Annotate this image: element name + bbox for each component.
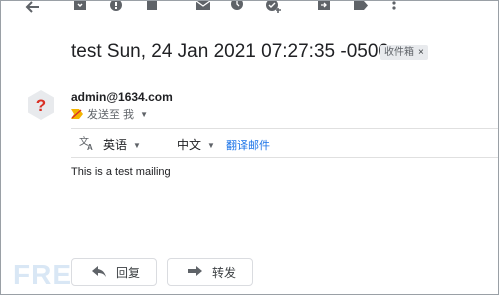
archive-icon[interactable] <box>73 1 89 13</box>
source-language-dropdown-icon: ▼ <box>133 141 141 151</box>
labels-icon[interactable] <box>353 1 369 13</box>
target-language-select[interactable]: 中文 ▼ <box>177 136 215 153</box>
delete-icon[interactable] <box>146 1 162 13</box>
recipient-details[interactable]: 发送至 我 ▼ <box>71 107 148 121</box>
inbox-label-chip: 收件箱 × <box>380 45 428 60</box>
forward-label: 转发 <box>212 265 237 280</box>
sender-email: admin@1634.com <box>71 90 173 104</box>
reply-icon <box>92 266 106 278</box>
svg-text:A: A <box>87 143 93 151</box>
translate-icon: 文 A <box>79 135 95 152</box>
svg-text:?: ? <box>36 96 46 115</box>
report-spam-icon[interactable] <box>109 1 125 13</box>
translate-message-link[interactable]: 翻译邮件 <box>226 137 270 153</box>
label-chip-text: 收件箱 <box>384 47 414 58</box>
mark-unread-icon[interactable] <box>195 1 211 13</box>
move-to-icon[interactable] <box>317 1 333 13</box>
target-language-label: 中文 <box>177 138 202 152</box>
toolbar <box>1 1 498 15</box>
recipient-text: 发送至 我 <box>87 109 135 121</box>
email-subject: test Sun, 24 Jan 2021 07:27:35 -0500 <box>71 41 389 62</box>
reply-button[interactable]: 回复 <box>71 258 157 286</box>
sender-avatar-icon: ? <box>25 89 57 121</box>
forward-button[interactable]: 转发 <box>167 258 253 286</box>
snooze-icon[interactable] <box>230 1 246 13</box>
source-language-select[interactable]: 英语 ▼ <box>103 136 141 153</box>
more-vert-icon[interactable] <box>391 1 407 13</box>
translate-bar: 文 A 英语 ▼ 中文 ▼ 翻译邮件 <box>71 128 498 158</box>
target-language-dropdown-icon: ▼ <box>207 141 215 151</box>
recipient-dropdown-icon[interactable]: ▼ <box>140 110 148 119</box>
source-language-label: 英语 <box>103 138 128 152</box>
email-body: This is a test mailing <box>71 166 171 178</box>
remove-label-button[interactable]: × <box>418 47 424 58</box>
reply-label: 回复 <box>116 265 141 280</box>
importance-marker-icon[interactable] <box>71 109 83 119</box>
back-arrow-icon[interactable] <box>25 1 41 13</box>
forward-icon <box>188 266 202 278</box>
add-to-tasks-icon[interactable] <box>266 1 282 13</box>
email-view: test Sun, 24 Jan 2021 07:27:35 -0500 收件箱… <box>0 0 499 295</box>
